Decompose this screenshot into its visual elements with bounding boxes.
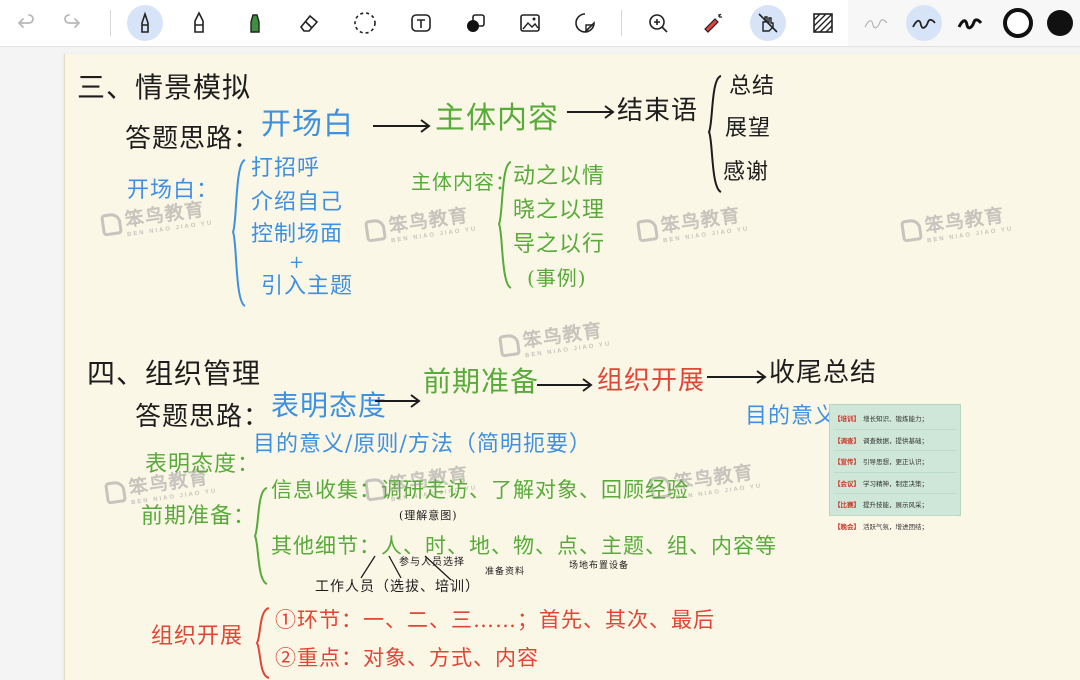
run-label: 组织开展 [151,624,244,649]
purpose-table-image: 【培训】 增长知识、锻炼能力； 【调查】 调查数据，提供基础； 【宣传】 引导思想，更… [829,404,961,531]
run-line-1: ①环节：一、二、三……；首先、其次、最后 [275,608,715,632]
arrow-icon [375,394,421,408]
text-icon[interactable] [403,5,439,41]
pen-settings-panel [848,0,1080,46]
hand-draw-icon[interactable] [750,5,786,41]
section-4-step3: 组织开展 [597,366,706,396]
attitude-label: 表明态度： [145,452,261,477]
open-item-plus: + [289,252,306,273]
purpose-row: 【宣传】 引导思想，更正认识； [834,451,956,473]
image-icon[interactable] [512,5,548,41]
redo-icon[interactable] [54,5,90,41]
brace-icon [231,159,246,307]
prep-label: 前期准备： [141,504,257,529]
run-line-2: ②重点：对象、方式、内容 [275,646,539,670]
open-item-3: 控制场面 [251,222,344,247]
highlighter-icon[interactable] [237,5,273,41]
pencil-icon[interactable] [181,5,217,41]
arrow-icon [707,370,767,384]
color-outline-black-swatch[interactable] [1000,5,1036,41]
arrow-icon [537,378,593,392]
purpose-row: 【晚会】 活跃气氛，增进团结； [834,522,928,531]
end-item-1: 总结 [729,74,776,99]
prep-line-2: 其他细节：人、时、地、物、点、主题、组、内容等 [271,534,777,558]
attitude-text: 目的意义/原则/方法（简明扼要） [253,432,592,457]
watermark-logo-icon [100,211,123,237]
zoom-icon[interactable] [640,5,676,41]
watermark: 笨鸟教育 BEN NIAO JIAO YU [635,199,750,247]
arrow-icon [567,105,615,119]
section-4-step1: 表明态度 [271,389,388,422]
fountain-pen-icon[interactable] [127,5,163,41]
purpose-row: 【培训】 增长知识、锻炼能力； [834,408,956,430]
lasso-icon[interactable] [347,5,383,41]
section-4-step4: 收尾总结 [769,358,878,388]
watermark: 笨鸟教育 BEN NIAO JIAO YU [363,199,478,247]
section-3-label: 答题思路： [125,124,261,154]
brace-icon [707,75,722,193]
note-understand-intent: (理解意图) [399,509,458,522]
section-4-step2: 前期准备 [423,365,540,398]
end-item-2: 展望 [725,116,772,141]
thin-stroke-icon[interactable] [858,5,894,41]
toolbar-divider [110,10,111,36]
section-4-title: 四、组织管理 [87,357,262,390]
arrow-icon [373,119,431,133]
brace-icon [255,607,270,679]
brace-icon [497,161,512,289]
color-black-swatch[interactable] [1042,5,1078,41]
note-equipment: 场地布置设备 [569,561,630,571]
note-participants: 参与人员选择 [399,557,465,568]
body-item-3: 导之以行 [513,232,606,257]
eraser-icon[interactable] [291,5,327,41]
body-item-2: 晓之以理 [513,198,606,223]
watermark-logo-icon [498,332,521,358]
body-item-1: 动之以情 [513,164,606,189]
watermark: 笨鸟教育 BEN NIAO JIAO YU [497,314,612,362]
sticker-icon[interactable] [567,5,603,41]
open-item-4: 引入主题 [261,274,354,299]
undo-icon[interactable] [8,5,44,41]
shape-icon[interactable] [458,5,494,41]
background-pattern-icon[interactable] [805,5,841,41]
note-materials: 准备资料 [485,567,526,577]
thick-stroke-icon[interactable] [952,5,988,41]
brace-icon [253,487,268,585]
watermark-logo-icon [636,217,659,243]
body-item-4: (事例) [527,266,587,290]
watermark-logo-icon [104,479,127,505]
section-3-step3: 结束语 [617,96,699,126]
watermark-logo-icon [900,217,923,243]
section-3-step2: 主体内容 [435,101,559,136]
note-staff: 工作人员（选拔、培训） [315,579,480,595]
prep-line-1: 信息收集：调研走访、了解对象、回顾经验 [271,478,689,502]
purpose-row: 【会议】 学习精神，制定决策； [834,473,956,494]
section-4-label: 答题思路： [135,402,271,432]
laser-pointer-icon[interactable] [695,5,731,41]
toolbar [0,0,1080,47]
purpose-row: 【调查】 调查数据，提供基础； [834,430,956,451]
open-item-1: 打招呼 [251,156,321,181]
toolbar-divider [621,10,622,36]
section-3-title: 三、情景模拟 [77,71,252,104]
end-item-3: 感谢 [723,160,770,185]
purpose-row: 【比赛】 提升技能，展示风采； [834,494,956,516]
open-item-2: 介绍自己 [251,190,344,215]
watermark-logo-icon [364,217,387,243]
medium-stroke-icon[interactable] [906,5,942,41]
note-page[interactable]: 笨鸟教育 BEN NIAO JIAO YU 笨鸟教育 BEN NIAO JIAO Y… [64,54,1080,680]
watermark: 笨鸟教育 BEN NIAO JIAO YU [899,199,1014,247]
open-label: 开场白： [127,178,220,203]
section-3-step1: 开场白 [261,107,354,142]
